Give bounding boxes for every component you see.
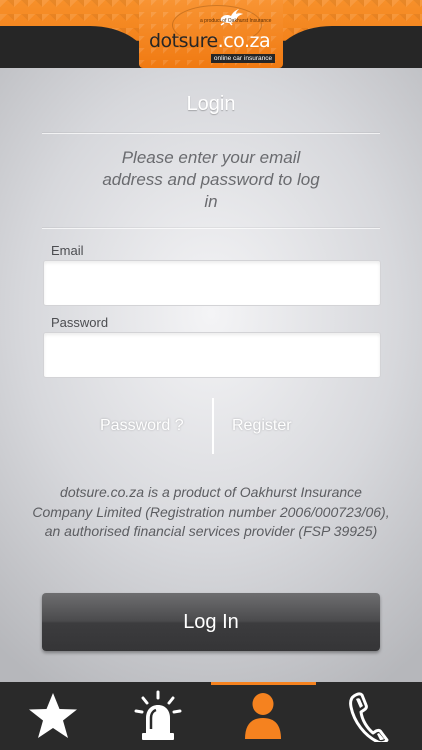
log-in-button[interactable]: Log In <box>42 593 380 651</box>
page-title: Login <box>186 93 236 115</box>
register-link[interactable]: Register <box>232 417 292 435</box>
tab-emergency[interactable] <box>105 682 210 750</box>
phone-icon <box>348 692 388 742</box>
dotsure-logo: dotsure.co.za <box>149 30 271 52</box>
tab-profile[interactable] <box>210 682 315 750</box>
forgot-password-link[interactable]: Password ? <box>100 417 184 435</box>
legal-disclaimer: dotsure.co.za is a product of Oakhurst I… <box>32 484 390 539</box>
email-field-wrapper <box>43 260 381 306</box>
email-field[interactable] <box>44 261 380 305</box>
tab-favourites[interactable] <box>0 682 105 750</box>
logo-domain-text: .co.za <box>217 30 271 52</box>
app-header: a product of Oakhurst Insurance dotsure.… <box>0 0 422 68</box>
tab-contact[interactable] <box>315 682 420 750</box>
password-label: Password <box>51 315 109 330</box>
bottom-tab-bar <box>0 682 422 750</box>
logo-main-text: dotsure <box>149 30 218 52</box>
login-instructions: Please enter your email address and pass… <box>102 148 320 211</box>
logo-subtitle: online car insurance <box>211 54 275 63</box>
links-divider <box>212 398 214 454</box>
emergency-siren-icon <box>134 690 181 740</box>
divider-top <box>42 133 380 134</box>
divider-middle <box>42 228 380 229</box>
star-icon <box>28 693 77 738</box>
user-icon <box>244 693 281 739</box>
password-field-wrapper <box>43 332 381 378</box>
password-field[interactable] <box>44 333 380 377</box>
email-label: Email <box>51 243 84 258</box>
login-panel: Login Please enter your email address an… <box>0 68 422 682</box>
logo-tagline: a product of Oakhurst Insurance <box>200 18 272 24</box>
